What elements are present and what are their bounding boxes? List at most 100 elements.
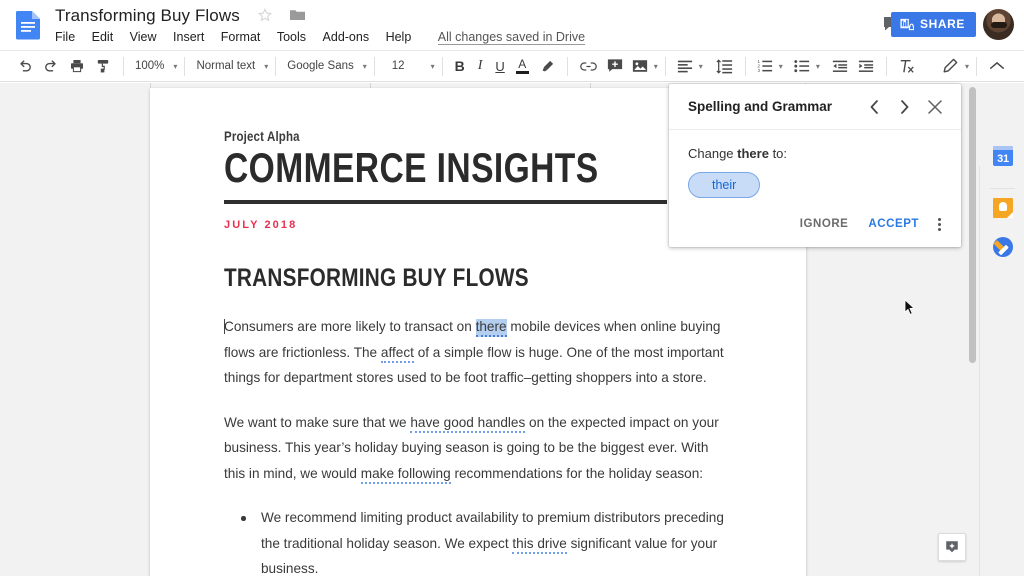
paragraph-1-part-a: Consumers are more likely to transact on	[224, 319, 476, 334]
insert-image-icon	[628, 53, 652, 79]
paragraph-2[interactable]: We want to make sure that we have good h…	[224, 410, 724, 487]
toolbar-divider	[442, 57, 443, 76]
paragraph-2-part-c: recommendations for the holiday season:	[451, 466, 703, 481]
dialog-body: Change there to: their	[669, 130, 961, 198]
bulleted-list-button[interactable]: ▾	[790, 54, 820, 78]
menu-item-view[interactable]: View	[130, 30, 157, 44]
toolbar-divider	[275, 57, 276, 76]
paragraph-style-value: Normal text	[192, 60, 259, 72]
text-color-swatch	[516, 71, 529, 74]
numbered-list-button[interactable]: 123 ▾	[753, 54, 783, 78]
undo-icon[interactable]	[12, 53, 38, 79]
close-icon[interactable]	[922, 94, 948, 120]
menu-item-format[interactable]: Format	[221, 30, 261, 44]
chevron-down-icon: ▾	[173, 62, 177, 71]
zoom-selector[interactable]: 100% ▾	[131, 54, 177, 78]
list-item[interactable]: We recommend limiting product availabili…	[224, 505, 724, 576]
chevron-down-icon: ▾	[363, 62, 367, 71]
formatting-toolbar: 100% ▾ Normal text ▾ Google Sans ▾ 12 ▾ …	[0, 50, 1024, 82]
next-suggestion-icon[interactable]	[892, 95, 916, 119]
menu-item-help[interactable]: Help	[386, 30, 412, 44]
document-content: Project Alpha COMMERCE INSIGHTS JULY 201…	[224, 128, 734, 576]
text-color-letter: A	[518, 59, 526, 70]
suggestion-chip[interactable]: their	[688, 172, 760, 198]
dialog-title: Spelling and Grammar	[688, 99, 862, 114]
highlight-color-icon[interactable]	[535, 53, 560, 79]
align-left-icon	[673, 53, 697, 79]
redo-icon[interactable]	[38, 53, 64, 79]
accept-button[interactable]: ACCEPT	[858, 212, 929, 236]
link-icon[interactable]	[575, 53, 602, 79]
font-size-value: 12	[388, 60, 409, 72]
page-title[interactable]: Transforming Buy Flows	[55, 6, 240, 26]
bulleted-list-icon	[790, 53, 814, 79]
spelling-error-affect[interactable]: affect	[381, 345, 414, 363]
title-divider	[224, 200, 667, 204]
more-options-icon[interactable]	[929, 214, 949, 235]
prompt-suffix: to:	[769, 146, 787, 161]
star-icon[interactable]	[257, 7, 273, 23]
avatar[interactable]	[983, 9, 1014, 40]
chevron-down-icon: ▾	[264, 62, 268, 71]
font-family-selector[interactable]: Google Sans ▾	[283, 54, 367, 78]
paragraph-style-selector[interactable]: Normal text ▾	[192, 54, 268, 78]
change-prompt: Change there to:	[688, 146, 942, 161]
grammar-error-have-good-handles[interactable]: have good handles	[410, 415, 525, 433]
recommendations-list: We recommend limiting product availabili…	[224, 505, 734, 576]
paragraph-1[interactable]: Consumers are more likely to transact on…	[224, 314, 724, 391]
document-heading-title: COMMERCE INSIGHTS	[224, 145, 632, 190]
toolbar-divider	[184, 57, 185, 76]
grammar-error-make-following[interactable]: make following	[361, 466, 451, 484]
numbered-list-icon: 123	[753, 53, 777, 79]
clear-formatting-icon[interactable]	[894, 53, 920, 79]
grammar-error-this-drive[interactable]: this drive	[512, 536, 566, 554]
explore-button[interactable]	[938, 533, 966, 561]
font-size-selector[interactable]: 12 ▾	[388, 54, 435, 78]
menu-item-file[interactable]: File	[55, 30, 75, 44]
explore-icon	[944, 539, 960, 555]
align-button[interactable]: ▾	[673, 54, 703, 78]
prompt-word: there	[737, 146, 769, 161]
document-kicker: Project Alpha	[224, 128, 642, 144]
toolbar-divider	[745, 57, 746, 76]
menu-item-insert[interactable]: Insert	[173, 30, 204, 44]
italic-button[interactable]: I	[470, 53, 491, 79]
bold-button[interactable]: B	[450, 53, 470, 79]
print-icon[interactable]	[64, 53, 90, 79]
chevron-down-icon: ▾	[431, 62, 435, 71]
scrollbar-thumb[interactable]	[969, 87, 976, 363]
underline-button[interactable]: U	[490, 53, 509, 79]
google-tasks-icon[interactable]	[993, 237, 1013, 257]
share-button[interactable]: SHARE	[891, 12, 976, 37]
side-apps-rail: 31	[979, 166, 1024, 576]
add-comment-icon[interactable]	[602, 53, 628, 79]
indent-icon[interactable]	[853, 53, 879, 79]
toolbar-divider	[374, 57, 375, 76]
menu-bar: File Edit View Insert Format Tools Add-o…	[55, 30, 585, 45]
outdent-icon[interactable]	[827, 53, 853, 79]
google-calendar-icon[interactable]: 31	[993, 146, 1013, 166]
ignore-button[interactable]: IGNORE	[790, 212, 859, 236]
save-status-label[interactable]: All changes saved in Drive	[438, 30, 585, 45]
menu-item-edit[interactable]: Edit	[92, 30, 114, 44]
spelling-error-there[interactable]: there	[476, 319, 507, 337]
folder-icon[interactable]	[289, 8, 306, 22]
toolbar-divider	[665, 57, 666, 76]
line-spacing-icon[interactable]	[711, 53, 738, 79]
collapse-toolbar-icon[interactable]	[984, 53, 1010, 79]
toolbar-divider	[886, 57, 887, 76]
paint-format-icon[interactable]	[90, 53, 116, 79]
insert-image-button[interactable]: ▾	[628, 54, 658, 78]
dialog-header: Spelling and Grammar	[669, 84, 961, 130]
vertical-scrollbar[interactable]	[966, 83, 979, 576]
edit-mode-icon	[938, 53, 962, 79]
menu-item-tools[interactable]: Tools	[277, 30, 306, 44]
google-docs-logo-icon	[14, 10, 43, 40]
edit-mode-button[interactable]: ▾	[938, 54, 969, 78]
google-keep-icon[interactable]	[993, 198, 1013, 218]
document-section-heading: TRANSFORMING BUY FLOWS	[224, 264, 647, 293]
menu-item-add-ons[interactable]: Add-ons	[323, 30, 370, 44]
text-color-button[interactable]: A	[510, 53, 535, 79]
spelling-and-grammar-dialog: Spelling and Grammar Change there to: th…	[669, 84, 961, 247]
previous-suggestion-icon[interactable]	[862, 95, 886, 119]
